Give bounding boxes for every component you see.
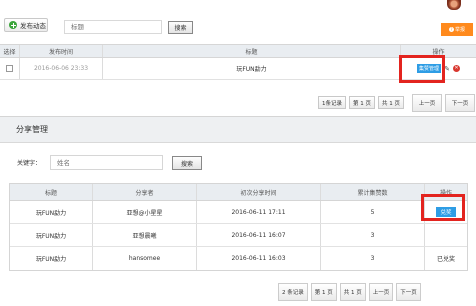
header-time: 发布时间 bbox=[20, 45, 103, 57]
page-total: 共 1 页 bbox=[339, 283, 366, 301]
next-page-button[interactable]: 下一页 bbox=[396, 283, 421, 301]
header-sharer: 分享者 bbox=[93, 184, 197, 200]
header-title: 标题 bbox=[10, 184, 93, 200]
record-count: 2 条记录 bbox=[278, 283, 308, 301]
share-count: 3 bbox=[321, 224, 425, 246]
next-page-button[interactable]: 下一页 bbox=[445, 94, 475, 112]
prev-page-button[interactable]: 上一页 bbox=[368, 283, 394, 301]
row-checkbox[interactable] bbox=[6, 65, 13, 72]
share-time: 2016-06-11 16:07 bbox=[197, 224, 321, 246]
share-sharer: 亚想晨曦 bbox=[93, 224, 197, 246]
question-icon: ? bbox=[448, 27, 454, 32]
table-row: 玩FUN勐力 hansomee 2016-06-11 16:03 3 已兑奖 bbox=[10, 247, 467, 270]
share-count: 5 bbox=[321, 201, 425, 223]
publish-label: 发布动态 bbox=[20, 22, 46, 30]
share-sharer: hansomee bbox=[93, 247, 197, 270]
share-sharer: 亚想@小星星 bbox=[93, 201, 197, 223]
highlight-box bbox=[399, 55, 445, 83]
shares-pager: 2 条记录 第 1 页 共 1 页 上一页 下一页 bbox=[278, 283, 421, 301]
share-count: 3 bbox=[321, 247, 425, 270]
table-row: 玩FUN勐力 亚想晨曦 2016-06-11 16:07 3 bbox=[10, 224, 467, 247]
page-number: 第 1 页 bbox=[349, 96, 375, 109]
share-title: 玩FUN勐力 bbox=[10, 224, 93, 246]
header-select: 选择 bbox=[0, 45, 20, 57]
share-management-dialog: 分享管理 关键字： 搜索 标题 分享者 初次分享时间 累计集赞数 操作 玩FUN… bbox=[0, 116, 476, 306]
report-link[interactable]: ? 举报 bbox=[441, 23, 473, 36]
report-label: 举报 bbox=[454, 27, 465, 33]
publish-button[interactable]: 发布动态 bbox=[4, 18, 48, 32]
toolbar: 发布动态 搜索 ? 举报 bbox=[0, 0, 476, 40]
keyword-label: 关键字： bbox=[17, 160, 42, 167]
share-time: 2016-06-11 17:11 bbox=[197, 201, 321, 223]
header-like-count: 累计集赞数 bbox=[321, 184, 425, 200]
title-cell: 玩FUN勐力 bbox=[103, 58, 401, 79]
delete-icon[interactable]: ✕ bbox=[452, 65, 460, 72]
select-cell bbox=[0, 58, 20, 79]
search-button[interactable]: 搜索 bbox=[168, 21, 193, 34]
table-row: 玩FUN勐力 亚想@小星星 2016-06-11 17:11 5 兑奖 bbox=[10, 201, 467, 224]
plus-icon bbox=[9, 21, 17, 29]
share-title: 玩FUN勐力 bbox=[10, 201, 93, 223]
shares-table: 标题 分享者 初次分享时间 累计集赞数 操作 玩FUN勐力 亚想@小星星 201… bbox=[9, 183, 468, 271]
highlight-box bbox=[421, 194, 465, 221]
share-action-cell bbox=[425, 224, 467, 246]
posts-pager: 1条记录 第 1 页 共 1 页 上一页 下一页 bbox=[318, 94, 475, 112]
title-search-input[interactable] bbox=[64, 20, 162, 34]
keyword-search-button[interactable]: 搜索 bbox=[172, 156, 202, 170]
avatar[interactable] bbox=[447, 0, 461, 10]
keyword-input[interactable] bbox=[50, 155, 163, 170]
share-time: 2016-06-11 16:03 bbox=[197, 247, 321, 270]
share-status: 已兑奖 bbox=[436, 256, 455, 263]
dialog-title: 分享管理 bbox=[0, 117, 476, 143]
prev-page-button[interactable]: 上一页 bbox=[412, 94, 442, 112]
shares-table-header: 标题 分享者 初次分享时间 累计集赞数 操作 bbox=[10, 184, 467, 201]
header-first-share-time: 初次分享时间 bbox=[197, 184, 321, 200]
page-number: 第 1 页 bbox=[310, 283, 337, 301]
share-title: 玩FUN勐力 bbox=[10, 247, 93, 270]
time-cell: 2016-06-06 23:33 bbox=[20, 58, 103, 79]
page-total: 共 1 页 bbox=[378, 96, 404, 109]
record-count: 1条记录 bbox=[318, 96, 346, 109]
header-title: 标题 bbox=[103, 45, 401, 57]
